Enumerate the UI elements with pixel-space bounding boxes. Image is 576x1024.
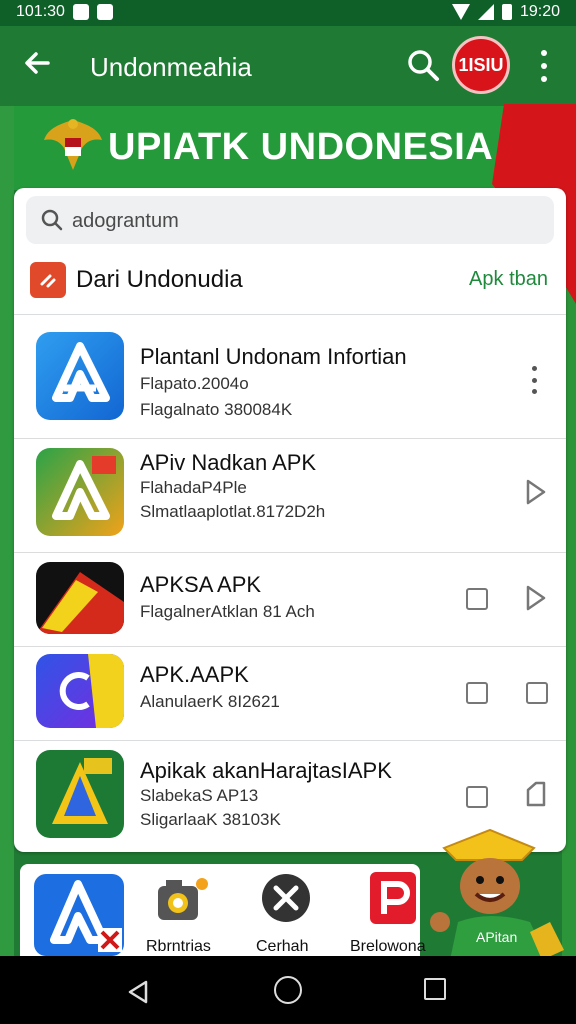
app-menu-icon[interactable] — [530, 366, 538, 394]
app-meta: Flapato.2004o — [140, 374, 249, 393]
share-icon[interactable] — [524, 780, 548, 808]
section-title: Dari Undonudia — [76, 266, 243, 293]
app-meta: Slmatlaaplotlat.8172D2h — [140, 502, 326, 521]
status-bar: 101:30 19:20 — [0, 0, 576, 26]
app-icon-black-yellow — [36, 562, 124, 634]
badge-text: 1ISIU — [458, 54, 504, 75]
background-stripe-left — [0, 106, 14, 956]
profile-badge[interactable]: 1ISIU — [452, 36, 510, 94]
search-input[interactable] — [70, 204, 534, 238]
app-icon-blue-c — [36, 654, 124, 728]
signal-icon — [477, 4, 494, 20]
dock-label: Brelowona — [350, 938, 426, 955]
app-icon-green-triangle — [36, 750, 124, 838]
checkbox-icon[interactable] — [526, 682, 548, 704]
app-name: Apikak akanHarajtasIAPK — [140, 758, 392, 783]
wifi-icon — [451, 4, 470, 20]
checkbox-icon[interactable] — [466, 786, 488, 808]
back-arrow-icon[interactable] — [22, 48, 52, 83]
section-header: Dari Undonudia Apk tban — [14, 258, 566, 306]
section-logo-icon — [30, 262, 66, 298]
checkbox-icon[interactable] — [466, 588, 488, 610]
app-name: APiv Nadkan APK — [140, 450, 317, 475]
app-name: APKSA APK — [140, 572, 262, 597]
main-card: Dari Undonudia Apk tban Plantanl Undonam… — [14, 188, 566, 852]
dock-label: Rbrntrias — [146, 938, 211, 955]
app-list-item[interactable]: APiv Nadkan APK FlahadaP4Ple Slmatlaaplo… — [14, 440, 566, 552]
divider — [14, 438, 566, 439]
checkbox-icon[interactable] — [466, 682, 488, 704]
app-meta: FlagalnerAtklan 81 Ach — [140, 602, 315, 621]
more-options-icon[interactable] — [532, 50, 556, 82]
app-meta: FlahadaP4Ple — [140, 478, 247, 497]
battery-icon — [501, 4, 512, 20]
app-list-item[interactable]: APK.AAPK AlanulaerK 8I2621 — [14, 648, 566, 740]
search-icon[interactable] — [406, 48, 440, 82]
message-icon — [96, 4, 113, 20]
app-icon-blue-a — [36, 332, 124, 420]
status-time-left: 101:30 — [16, 3, 65, 20]
status-time-right: 19:20 — [519, 3, 560, 20]
divider — [14, 740, 566, 741]
app-bar: Undonmeahia 1ISIU — [0, 26, 576, 106]
app-meta: SligarlaaK 38103K — [140, 810, 281, 829]
section-link[interactable]: Apk tban — [469, 268, 548, 291]
notification-icon — [72, 4, 89, 20]
nav-recents-icon[interactable] — [424, 978, 446, 1000]
app-meta: AlanulaerK 8I2621 — [140, 692, 280, 711]
mascot-illustration: APitan — [430, 826, 576, 960]
app-name: Plantanl Undonam Infortian — [140, 344, 407, 369]
app-title: Undonmeahia — [90, 52, 252, 82]
hero-banner: UPIATK UNDONESIA — [14, 106, 567, 190]
app-icon-green-a — [36, 448, 124, 536]
nav-back-icon[interactable] — [124, 978, 152, 1006]
bottom-dock: Rbrntrias Cerhah Brelowona — [20, 864, 426, 956]
divider — [14, 646, 566, 647]
close-circle-icon[interactable] — [258, 870, 314, 926]
dock-label: Cerhah — [256, 938, 309, 955]
dock-app-blue-a[interactable] — [34, 874, 124, 956]
garuda-emblem-icon — [42, 114, 104, 178]
divider — [14, 314, 566, 315]
p-app-icon[interactable] — [370, 870, 420, 926]
app-meta: SlabekaS AP13 — [140, 786, 259, 805]
app-meta: Flagalnato 380084K — [140, 400, 293, 419]
app-list-item[interactable]: APKSA APK FlagalnerAtklan 81 Ach — [14, 554, 566, 646]
divider — [14, 552, 566, 553]
open-icon[interactable] — [524, 584, 548, 612]
system-nav-bar — [0, 956, 576, 1024]
nav-home-icon[interactable] — [274, 976, 302, 1004]
mascot-shirt-text: APitan — [476, 929, 517, 945]
app-list-item[interactable]: Plantanl Undonam Infortian Flapato.2004o… — [14, 316, 566, 438]
open-icon[interactable] — [524, 478, 548, 506]
app-name: APK.AAPK — [140, 662, 249, 687]
camera-app-icon[interactable] — [152, 870, 212, 930]
search-bar[interactable] — [26, 196, 554, 244]
search-field-icon — [40, 208, 64, 232]
banner-title: UPIATK UNDONESIA — [108, 126, 494, 168]
